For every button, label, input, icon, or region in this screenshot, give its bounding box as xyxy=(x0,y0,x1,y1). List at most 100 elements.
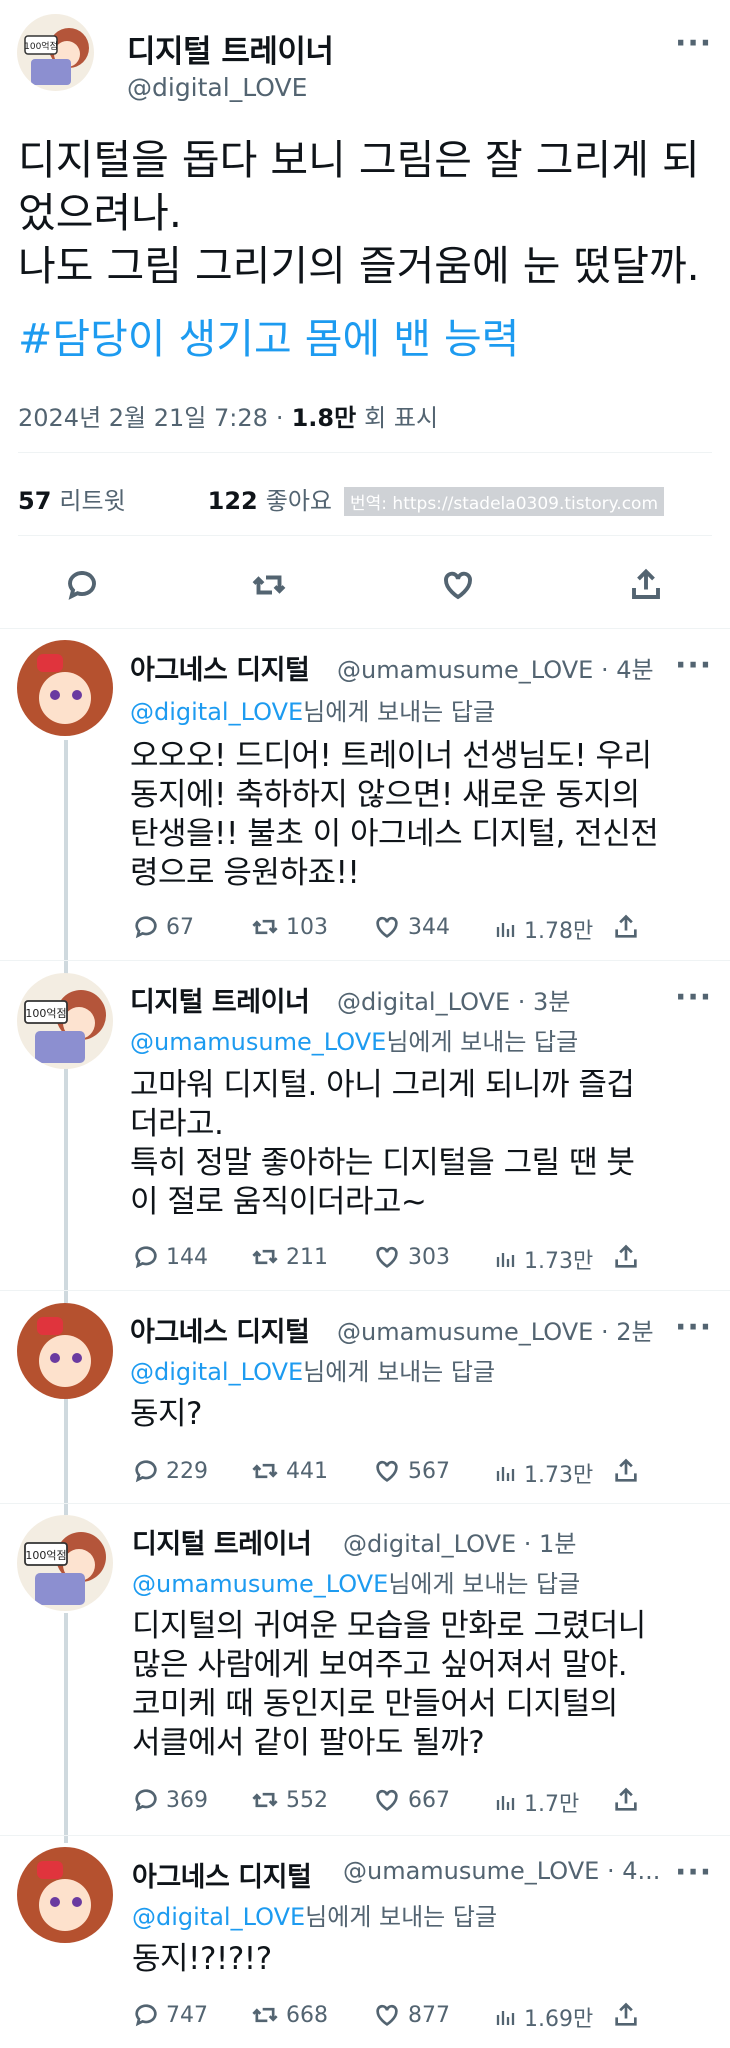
reply-icon[interactable] xyxy=(64,567,100,607)
reply-author-handle[interactable]: @umamusume_LOVE · 2분 xyxy=(337,1312,654,1347)
digital-avatar[interactable] xyxy=(17,640,113,736)
reply-author-name[interactable]: 아그네스 디지털 xyxy=(130,648,310,687)
share-icon[interactable] xyxy=(628,567,664,607)
retweet-icon xyxy=(252,1463,278,1479)
translator-watermark: 번역: https://stadela0309.tistory.com xyxy=(344,487,665,516)
reply-to-handle[interactable]: @digital_LOVE xyxy=(130,1358,303,1386)
reply-author-handle[interactable]: @umamusume_LOVE · 4분 xyxy=(337,650,654,685)
reply-to-handle[interactable]: @digital_LOVE xyxy=(132,1903,305,1931)
views-icon xyxy=(496,2011,515,2025)
share-icon[interactable] xyxy=(612,1243,640,1271)
reply-author-name[interactable]: 디지털 트레이너 xyxy=(130,980,310,1019)
reply-author-handle[interactable]: @umamusume_LOVE · 4... xyxy=(343,1857,660,1885)
share-icon[interactable] xyxy=(612,1457,640,1485)
views-count[interactable]: 1.78만 xyxy=(494,913,593,945)
share-icon[interactable] xyxy=(612,1786,640,1814)
main-author-name[interactable]: 디지털 트레이너 xyxy=(127,26,334,71)
reply-count[interactable]: 229 xyxy=(132,1457,208,1485)
retweet-icon xyxy=(252,1249,278,1265)
reply-text: 디지털의 귀여운 모습을 만화로 그렸더니 많은 사람에게 보여주고 싶어져서 말… xyxy=(132,1608,646,1761)
reply-icon xyxy=(135,916,157,939)
retweet-count[interactable]: 552 xyxy=(250,1786,328,1814)
more-icon[interactable]: ··· xyxy=(675,26,712,61)
retweet-icon xyxy=(252,1792,278,1808)
divider xyxy=(0,1290,730,1291)
likes-label[interactable]: 좋아요 xyxy=(266,481,332,516)
engagement-row: 57 리트윗 122 좋아요 번역: https://stadela0309.t… xyxy=(18,481,665,516)
svg-text:100억점: 100억점 xyxy=(24,40,58,52)
more-icon[interactable]: ··· xyxy=(675,648,712,683)
retweet-count[interactable]: 441 xyxy=(250,1457,328,1485)
retweet-icon[interactable] xyxy=(250,567,288,607)
retweets-label[interactable]: 리트윗 xyxy=(59,481,125,516)
like-count[interactable]: 344 xyxy=(372,913,450,941)
divider xyxy=(0,1503,730,1504)
trainer-avatar[interactable]: 100억점 xyxy=(17,973,113,1069)
retweet-count[interactable]: 668 xyxy=(250,2001,328,2029)
reply-author-name[interactable]: 아그네스 디지털 xyxy=(130,1310,310,1349)
reply-author-handle[interactable]: @digital_LOVE · 1분 xyxy=(343,1524,576,1559)
reply-count[interactable]: 67 xyxy=(132,913,194,941)
reply-to-handle[interactable]: @digital_LOVE xyxy=(130,698,303,726)
like-count[interactable]: 303 xyxy=(372,1243,450,1271)
reply-to: @umamusume_LOVE님에게 보내는 답글 xyxy=(130,1028,579,1056)
reply-author-handle[interactable]: @digital_LOVE · 3분 xyxy=(337,982,570,1017)
views-count[interactable]: 1.73만 xyxy=(494,1457,593,1489)
retweets-count[interactable]: 57 xyxy=(18,487,51,515)
reply-text: 동지!?!?!? xyxy=(132,1941,272,1977)
trainer-avatar[interactable]: 100억점 xyxy=(17,14,94,91)
divider xyxy=(18,452,712,453)
more-icon[interactable]: ··· xyxy=(675,980,712,1015)
like-icon xyxy=(376,2004,398,2026)
main-tweet-text: 디지털을 돕다 보니 그림은 잘 그리게 되 었으려나. 나도 그림 그리기의 … xyxy=(18,136,700,290)
reply-to-handle[interactable]: @umamusume_LOVE xyxy=(130,1028,386,1056)
like-icon[interactable] xyxy=(439,567,477,607)
tweet-meta: 2024년 2월 21일 7:28 · 1.8만 회 표시 xyxy=(18,398,438,433)
reply-to: @digital_LOVE님에게 보내는 답글 xyxy=(132,1903,498,1931)
reply-count[interactable]: 747 xyxy=(132,2001,208,2029)
retweet-count[interactable]: 103 xyxy=(250,913,328,941)
likes-count[interactable]: 122 xyxy=(208,487,258,515)
views-count[interactable]: 1.7만 xyxy=(494,1786,579,1818)
timestamp[interactable]: 2024년 2월 21일 7:28 xyxy=(18,398,268,433)
reply-author-name[interactable]: 디지털 트레이너 xyxy=(132,1522,312,1561)
more-icon[interactable]: ··· xyxy=(675,1310,712,1345)
retweet-count[interactable]: 211 xyxy=(250,1243,328,1271)
like-count[interactable]: 567 xyxy=(372,1457,450,1485)
trainer-avatar[interactable]: 100억점 xyxy=(17,1515,113,1611)
digital-avatar[interactable] xyxy=(17,1303,113,1399)
reply-icon xyxy=(135,1460,157,1483)
reply-to: @digital_LOVE님에게 보내는 답글 xyxy=(130,1358,496,1386)
main-author-handle[interactable]: @digital_LOVE xyxy=(127,73,307,102)
reply-icon xyxy=(135,1789,157,1812)
thread-line xyxy=(64,740,68,975)
like-icon xyxy=(376,916,398,938)
views-count[interactable]: 1.73만 xyxy=(494,1243,593,1275)
views-count[interactable]: 1.69만 xyxy=(494,2001,593,2033)
reply-count[interactable]: 369 xyxy=(132,1786,208,1814)
like-icon xyxy=(376,1460,398,1482)
reply-text: 오오오! 드디어! 트레이너 선생님도! 우리 동지에! 축하하지 않으면! 새로… xyxy=(130,738,659,891)
reply-text: 동지? xyxy=(130,1396,203,1432)
like-count[interactable]: 877 xyxy=(372,2001,450,2029)
hashtag-link[interactable]: #담당이 생기고 몸에 밴 능력 xyxy=(18,313,519,366)
reply-text: 고마워 디지털. 아니 그리게 되니까 즐겁 더라고. 특히 정말 좋아하는 디지털… xyxy=(130,1067,635,1220)
like-count[interactable]: 667 xyxy=(372,1786,450,1814)
share-icon[interactable] xyxy=(612,913,640,941)
share-icon[interactable] xyxy=(612,2001,640,2029)
reply-icon xyxy=(135,2004,157,2027)
divider xyxy=(18,535,712,536)
reply-count[interactable]: 144 xyxy=(132,1243,208,1271)
reply-to-handle[interactable]: @umamusume_LOVE xyxy=(132,1570,388,1598)
views-icon xyxy=(496,923,515,937)
retweet-icon xyxy=(252,919,278,935)
more-icon[interactable]: ··· xyxy=(675,1855,712,1890)
like-icon xyxy=(376,1789,398,1811)
svg-text:100억점: 100억점 xyxy=(25,1007,66,1020)
like-icon xyxy=(376,1246,398,1268)
views-icon xyxy=(496,1253,515,1267)
thread-line xyxy=(64,1395,68,1515)
reply-author-name[interactable]: 아그네스 디지털 xyxy=(132,1855,312,1894)
svg-text:100억점: 100억점 xyxy=(25,1549,66,1562)
digital-avatar[interactable] xyxy=(17,1847,113,1943)
